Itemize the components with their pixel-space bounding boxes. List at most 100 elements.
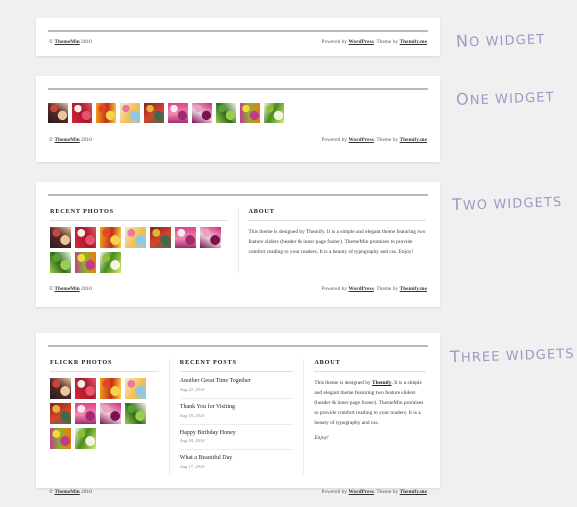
site-footer: © ThemeMin 2010 Powered by WordPress. Th… [46,479,430,507]
annotation-no-widget: No widget [456,28,546,50]
post-divider [179,423,294,425]
photo-white-figure[interactable] [75,378,96,399]
panel-one-widget-inner: © ThemeMin 2010 Powered by WordPress. Th… [36,88,440,155]
wordpress-link[interactable]: WordPress [349,39,374,45]
photo-orange-floral[interactable] [240,103,260,123]
annotation-three-widgets-first: T [449,346,462,367]
widget-heading-about: About [248,208,275,215]
footer-copyright: © ThemeMin 2010 [49,489,92,495]
panel-one-widget: © ThemeMin 2010 Powered by WordPress. Th… [36,76,440,162]
post-list-item[interactable]: What a Beautiful Day Aug 17, 2010 [180,455,294,469]
photo-magenta-glow[interactable] [168,103,188,123]
themify-link[interactable]: Themify.me [400,137,427,143]
widget-recent-photos: Recent Photos [50,208,228,273]
column-divider [168,359,170,476]
screenshot-stage: © ThemeMin 2010 Powered by WordPress. Th… [0,0,577,506]
post-list: Another Great Time Together Aug 22, 2010 T… [179,378,294,469]
widget-recent-posts: Recent Posts Another Great Time Together… [179,359,294,475]
footer-site-link[interactable]: ThemeMin [54,489,79,495]
photo-magenta-glow[interactable] [175,227,196,248]
photo-pink-abstract[interactable] [200,227,221,248]
widget-about: About This theme is designed by Themify.… [314,359,427,475]
wordpress-link[interactable]: WordPress [349,137,374,143]
about-closing-text: Enjoy! [314,435,329,441]
photo-magenta-glow[interactable] [75,403,96,424]
column-divider [237,208,239,273]
panel-two-widgets: Recent Photos About This theme is design… [36,182,440,307]
photo-dark-figure[interactable] [50,227,71,248]
photo-grid-one-widget [46,90,430,123]
footer-site-link[interactable]: ThemeMin [54,39,79,45]
photo-pastel-dancer[interactable] [120,103,140,123]
panel-no-widget-inner: © ThemeMin 2010 Powered by WordPress. Th… [36,30,440,57]
widget-columns: Recent Photos About This theme is design… [46,196,430,277]
post-title[interactable]: Another Great Time Together [180,378,294,386]
about-text-after-link: . It is a simple and elegant theme featu… [314,380,424,426]
photo-green-bird[interactable] [264,103,284,123]
photo-green-bird[interactable] [75,428,96,449]
photo-green-fern[interactable] [216,103,236,123]
photo-confetti-dark[interactable] [144,103,164,123]
photo-white-figure[interactable] [72,103,92,123]
annotation-one-widget-rest: ne widget [469,90,555,109]
about-body-text: This theme is designed by Themify. It is… [248,229,426,255]
post-list-item[interactable]: Thank You for Visiting Aug 19, 2010 [180,404,294,418]
annotation-two-widgets-first: T [451,194,464,215]
photo-grid-recent-photos [50,227,228,273]
themify-link[interactable]: Themify.me [400,489,427,495]
copyright-symbol: © [49,489,54,496]
widget-flickr-photos: Flickr Photos [50,359,159,475]
post-title[interactable]: What a Beautiful Day [180,455,294,463]
wordpress-link[interactable]: WordPress [349,489,374,495]
photo-orange-floral[interactable] [50,428,71,449]
photo-orange-swirl[interactable] [100,378,121,399]
site-footer: © ThemeMin 2010 Powered by WordPress. Th… [46,277,430,304]
photo-green-fern[interactable] [125,403,146,424]
footer-site-link[interactable]: ThemeMin [54,286,79,292]
themify-link[interactable]: Themify.me [400,286,427,292]
powered-by-label: Powered by [321,489,348,496]
post-list-item[interactable]: Another Great Time Together Aug 22, 2010 [180,378,294,392]
theme-by-label: . Theme by [373,137,399,143]
photo-green-bird[interactable] [100,252,121,273]
heading-divider [314,371,427,372]
footer-credits: Powered by WordPress. Theme by Themify.m… [321,286,427,292]
footer-credits: Powered by WordPress. Theme by Themify.m… [321,39,427,45]
footer-year: 2010 [81,489,92,496]
photo-orange-swirl[interactable] [100,227,121,248]
photo-confetti-dark[interactable] [150,227,171,248]
panel-three-widgets: Flickr Photos Recent Posts Another Great… [36,333,440,495]
post-date: Aug 22, 2010 [179,386,205,392]
footer-site-link[interactable]: ThemeMin [54,137,79,143]
photo-pastel-dancer[interactable] [125,227,146,248]
post-title[interactable]: Happy Birthday Honey [180,430,294,438]
footer-copyright: © ThemeMin 2010 [49,286,92,292]
photo-green-fern[interactable] [50,252,71,273]
themify-link[interactable]: Themify.me [400,39,427,45]
post-list-item[interactable]: Happy Birthday Honey Aug 18, 2010 [180,430,294,444]
annotation-no-widget-rest: o widget [468,32,546,51]
photo-orange-swirl[interactable] [96,103,116,123]
widget-heading-recent-photos: Recent Photos [50,208,114,215]
photo-pink-abstract[interactable] [100,403,121,424]
photo-pink-abstract[interactable] [192,103,212,123]
photo-dark-figure[interactable] [48,103,68,123]
photo-pastel-dancer[interactable] [125,378,146,399]
widget-about: About This theme is designed by Themify.… [248,208,426,273]
photo-white-figure[interactable] [75,227,96,248]
heading-divider [248,220,426,221]
about-body-text: This theme is designed by Themify. It is… [314,378,426,428]
photo-confetti-dark[interactable] [50,403,71,424]
footer-credits: Powered by WordPress. Theme by Themify.m… [321,489,427,495]
about-text-before-link: This theme is designed by [314,380,372,386]
post-title[interactable]: Thank You for Visiting [180,404,294,412]
themify-inline-link[interactable]: Themify [372,380,391,386]
photo-dark-figure[interactable] [50,378,71,399]
wordpress-link[interactable]: WordPress [349,286,374,292]
photo-orange-floral[interactable] [75,252,96,273]
column-divider [303,359,305,476]
annotation-two-widgets: Two widgets [452,191,563,214]
post-date: Aug 18, 2010 [179,438,205,444]
theme-by-label: . Theme by [373,286,399,292]
widget-heading-about: About [314,359,341,366]
